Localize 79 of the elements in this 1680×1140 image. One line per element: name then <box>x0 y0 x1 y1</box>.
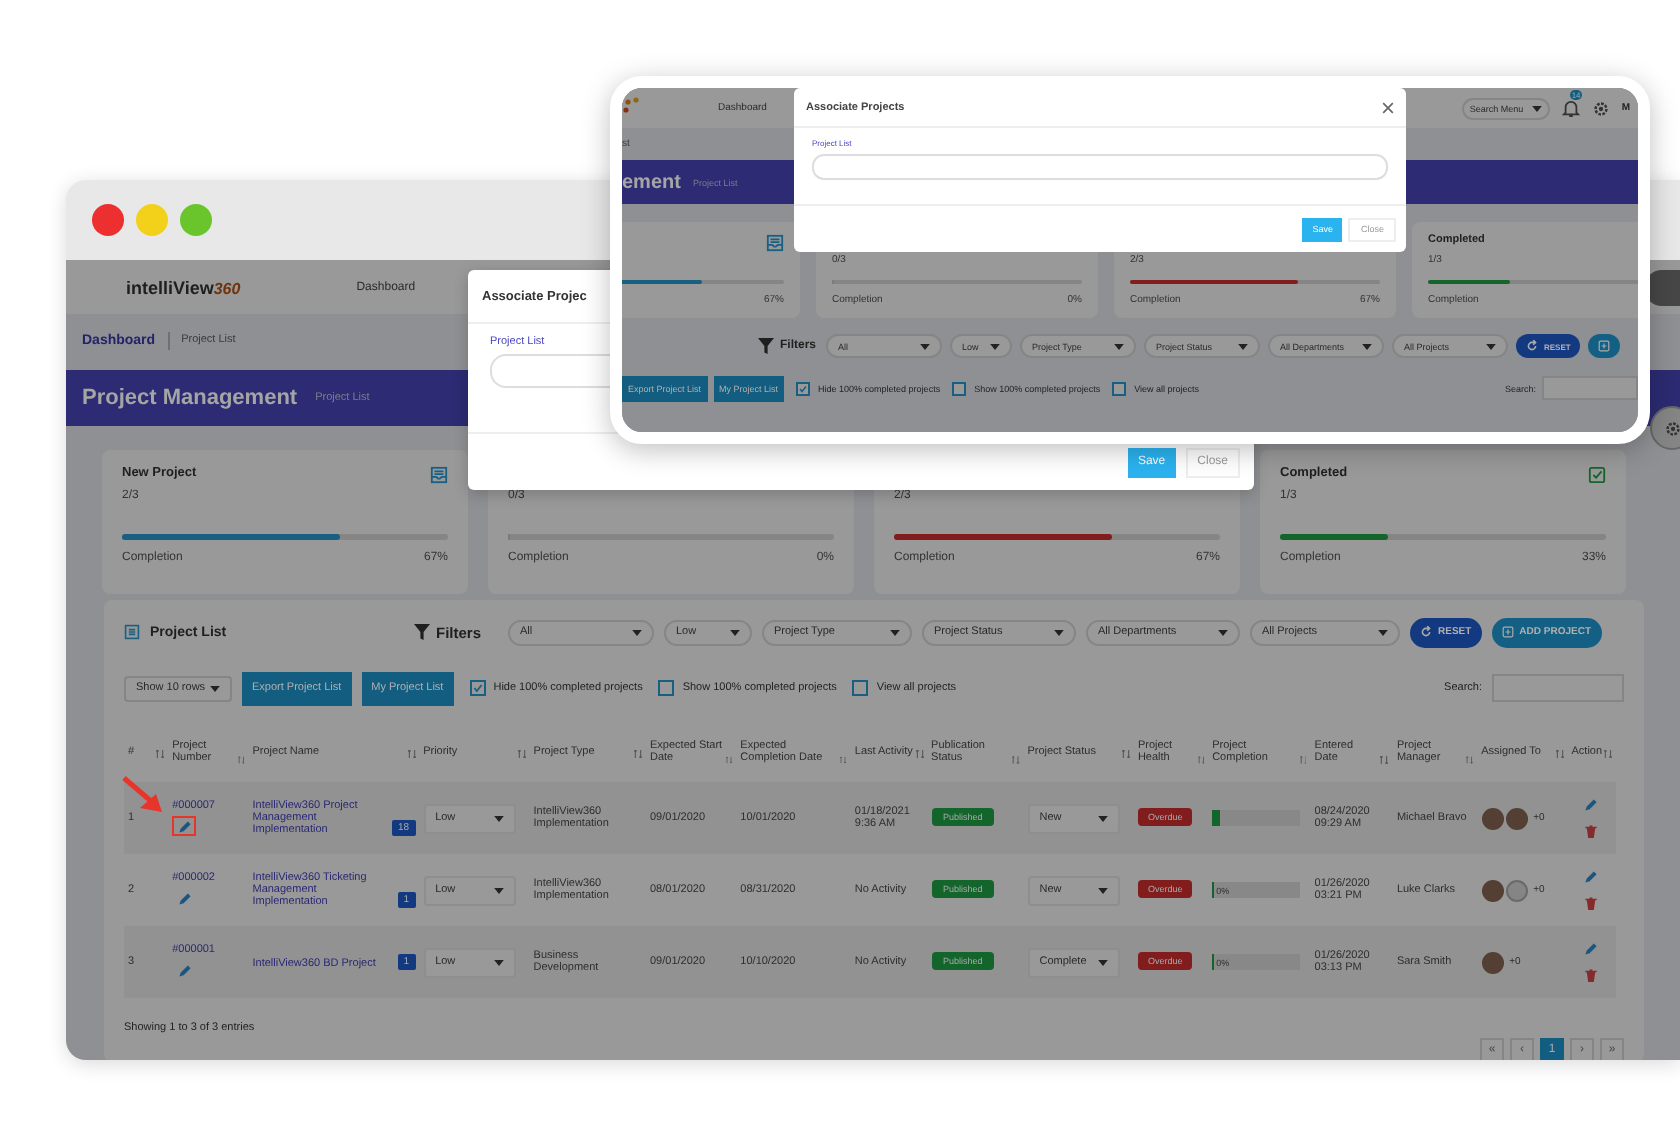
checkbox[interactable] <box>658 680 675 696</box>
sort-icon <box>1380 756 1389 764</box>
checkbox[interactable] <box>852 680 869 696</box>
avatar-photo <box>1481 879 1504 901</box>
caret-icon <box>1097 815 1108 821</box>
caret-icon <box>210 685 220 691</box>
search-field[interactable] <box>1542 376 1638 400</box>
sort-icon <box>1555 750 1564 758</box>
caret-icon <box>1378 629 1388 635</box>
plus-icon <box>1598 340 1611 352</box>
caret-icon <box>1114 343 1124 349</box>
plus-icon <box>1501 626 1514 638</box>
add-project-button[interactable] <box>1588 334 1621 358</box>
avatar-photo <box>1505 807 1528 829</box>
sort-icon <box>1197 756 1205 764</box>
caret-icon <box>493 815 504 821</box>
logo-number: 360 <box>213 279 241 297</box>
sort-icon <box>517 750 526 758</box>
filter-icon <box>758 338 774 354</box>
sort-icon <box>634 750 642 758</box>
pencil-icon[interactable] <box>177 819 192 833</box>
caret-icon <box>730 629 740 635</box>
caret-icon <box>632 629 642 635</box>
caret-icon <box>1238 343 1248 349</box>
window-control-dot[interactable] <box>92 204 124 236</box>
checkbox[interactable] <box>952 381 967 395</box>
caret-icon <box>1054 629 1064 635</box>
close-icon[interactable] <box>1382 101 1394 113</box>
caret-icon <box>990 343 1000 349</box>
caret-icon <box>493 959 504 965</box>
checkbox[interactable] <box>469 680 486 696</box>
sort-icon <box>1299 756 1307 764</box>
pencil-icon[interactable] <box>177 891 192 905</box>
delete-icon[interactable] <box>1584 824 1599 838</box>
caret-icon <box>920 343 930 349</box>
checkbox[interactable] <box>1112 381 1127 395</box>
callout-arrow <box>122 776 167 816</box>
edit-icon[interactable] <box>1584 798 1599 812</box>
caret-icon <box>890 629 900 635</box>
refresh-icon <box>1526 340 1538 352</box>
sort-icon <box>915 750 924 758</box>
list-icon <box>124 624 140 640</box>
pencil-icon[interactable] <box>177 963 192 977</box>
checkbox-icon <box>1588 466 1606 484</box>
caret-icon <box>493 887 504 893</box>
window-control-dot[interactable] <box>136 204 168 236</box>
delete-icon[interactable] <box>1584 896 1599 910</box>
sort-icon <box>1604 750 1612 758</box>
sort-icon <box>407 750 416 758</box>
bell-icon <box>1561 99 1580 117</box>
inbox-icon <box>430 466 448 484</box>
refresh-icon <box>1420 626 1432 638</box>
checkbox[interactable] <box>796 381 811 395</box>
avatar-photo <box>1481 951 1504 973</box>
caret-icon <box>1097 887 1108 893</box>
page-title: ement <box>622 171 681 193</box>
sort-icon <box>1466 756 1474 764</box>
edit-icon[interactable] <box>1584 942 1599 956</box>
sort-icon <box>237 756 245 764</box>
caret-icon <box>1531 105 1542 111</box>
caret-icon <box>1362 343 1372 349</box>
caret-icon <box>1218 629 1228 635</box>
delete-icon[interactable] <box>1584 968 1599 982</box>
filter-icon <box>414 624 430 640</box>
sort-icon <box>1121 750 1130 758</box>
avatar-photo <box>1481 807 1504 829</box>
sort-icon <box>1012 756 1020 764</box>
inbox-icon <box>766 234 784 252</box>
settings-icon <box>1663 419 1680 437</box>
avatar-placeholder <box>1505 879 1528 901</box>
caret-icon <box>1486 343 1496 349</box>
page-title: Project Management <box>82 386 298 410</box>
sort-icon <box>156 750 165 758</box>
caret-icon <box>1097 959 1108 965</box>
settings-icon <box>1591 99 1610 117</box>
logo-text: intelliView <box>126 277 214 297</box>
edit-icon[interactable] <box>1584 870 1599 884</box>
input-field[interactable] <box>812 154 1388 180</box>
window-control-dot[interactable] <box>180 204 212 236</box>
